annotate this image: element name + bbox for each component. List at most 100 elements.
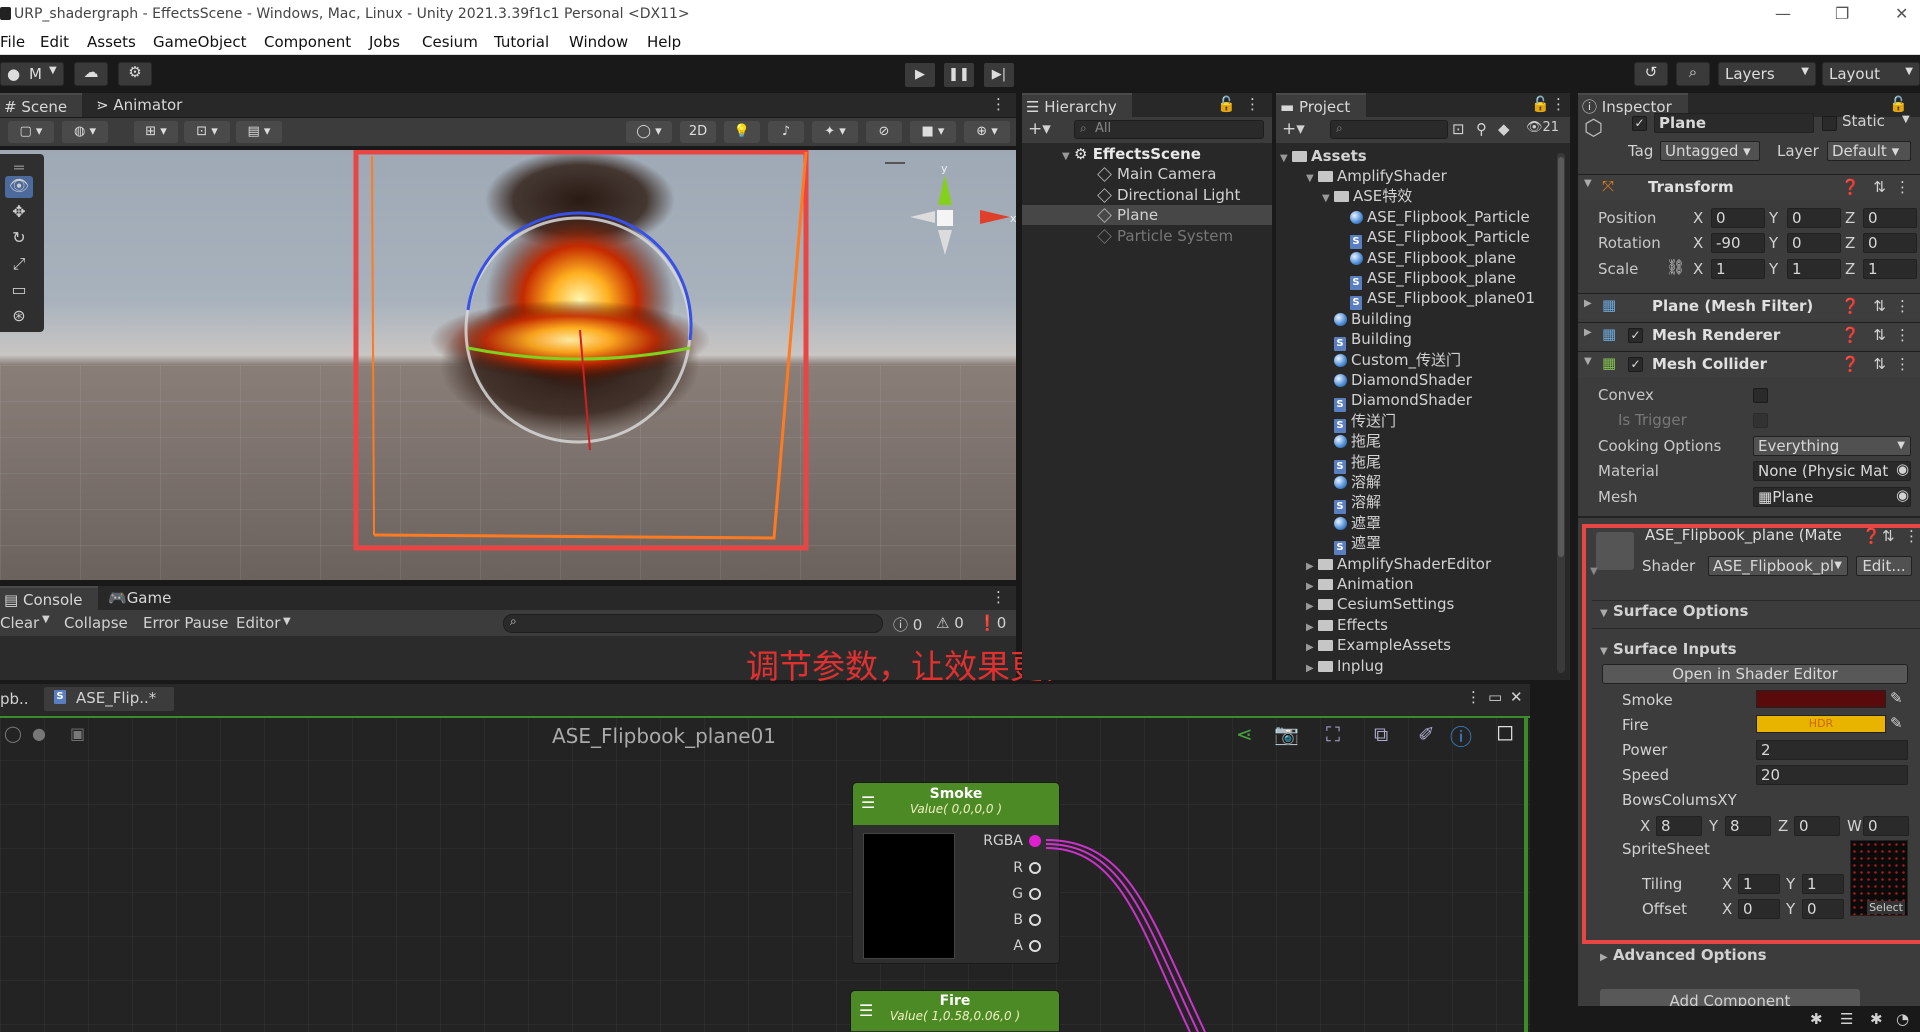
graph-tab-pb[interactable]: pb.. [0,690,29,708]
project-item[interactable]: S DiamondShader [1322,390,1472,413]
preset-icon[interactable]: ⇅ [1873,355,1886,373]
help-icon[interactable]: ❓ [1862,527,1881,545]
lock-icon[interactable]: 🔓 [1889,95,1908,113]
mesh-collider-header[interactable]: ▼ ▦ ✓ Mesh Collider ❓ ⇅ ⋮ [1578,351,1920,377]
mesh-field[interactable]: ▦Plane [1753,487,1911,507]
position-z-field[interactable]: 0 [1863,208,1917,228]
foldout-open-icon[interactable]: ▼ [1322,189,1334,209]
project-root-assets[interactable]: ▼ Assets [1280,146,1367,166]
tag-dropdown[interactable]: Untagged ▾ [1660,141,1760,161]
port-a[interactable] [1029,940,1041,952]
frame-icon[interactable]: ⧉ [1374,722,1388,746]
rect-tool-button[interactable]: ▭ [5,280,33,302]
project-item[interactable]: S ASE_Flipbook_Particle [1338,227,1530,250]
smoke-node-header[interactable]: ☰ Smoke Value( 0,0,0,0 ) [853,783,1059,825]
hierarchy-search-input[interactable]: ⌕ All [1074,120,1264,139]
close-icon[interactable]: ✕ [1895,4,1908,23]
minimize-icon[interactable]: — [1775,4,1791,23]
audio-toggle[interactable]: ♪ [768,121,804,143]
tab-game[interactable]: 🎮Game [104,586,184,610]
rotation-x-field[interactable]: -90 [1711,233,1765,253]
label-icon[interactable]: ◆ [1498,120,1510,138]
search-by-type-icon[interactable]: ⊡ [1452,120,1465,138]
project-item[interactable]: ASE_Flipbook_plane [1338,248,1516,268]
project-item[interactable]: S 遮罩 [1322,533,1381,556]
layer-dropdown[interactable]: Default ▾ [1827,141,1911,161]
bows-x-axis-label[interactable]: X [1640,817,1650,835]
tab-hierarchy[interactable]: ☰ Hierarchy [1022,93,1132,117]
layers-dropdown[interactable]: Layers ▼ [1718,62,1816,86]
graph-toolbar-icon[interactable]: ◯ [4,724,22,743]
tiling-y-field[interactable]: 1 [1802,874,1844,894]
transform-tool-button[interactable]: ⊛ [5,306,33,328]
info-count[interactable]: ⓘ 0 [893,614,922,635]
more-icon[interactable]: ⋮ [1895,297,1910,315]
tiling-x-axis-label[interactable]: X [1722,875,1732,893]
more-icon[interactable]: ⋮ [1895,178,1910,196]
bug-icon[interactable]: ✱ [1870,1010,1883,1028]
fire-node-header[interactable]: ☰ Fire Value( 1,0.58,0.06,0 ) [851,991,1059,1031]
port-r[interactable] [1029,862,1041,874]
smoke-color-swatch[interactable] [1756,690,1886,708]
record-icon[interactable]: ● [32,724,46,743]
add-icon[interactable]: +▾ [1282,119,1305,139]
project-item[interactable]: 遮罩 [1322,513,1381,533]
mesh-renderer-enabled-checkbox[interactable]: ✓ [1628,328,1643,343]
tab-animator[interactable]: ⋗ Animator [92,93,192,117]
bows-y-field[interactable]: 8 [1725,816,1771,836]
fire-color-swatch[interactable]: HDR [1756,715,1886,733]
graph-tab-ase-flip[interactable]: S ASE_Flip..* [44,687,174,711]
project-item[interactable]: ▶ CesiumSettings [1306,594,1454,614]
project-item[interactable]: ▶ Inplug [1306,656,1384,676]
select-texture-button[interactable]: Select [1867,901,1905,914]
transform-header[interactable]: ▼ ⤧ Transform ❓ ⇅ ⋮ [1578,174,1920,200]
chevron-down-icon[interactable]: ▼ [42,614,50,625]
speed-field[interactable]: 20 [1756,765,1908,785]
axis-center-cube[interactable] [937,210,953,226]
collider-material-field[interactable]: None (Physic Mat [1753,461,1911,481]
power-field[interactable]: 2 [1756,740,1908,760]
menu-icon[interactable]: ☰ [861,793,875,812]
search-button[interactable]: ⌕ [1676,62,1710,86]
object-picker-icon[interactable]: ◉ [1896,460,1909,478]
smoke-node[interactable]: ☰ Smoke Value( 0,0,0,0 ) RGBA R G B A [852,782,1060,964]
surface-inputs-foldout[interactable]: ▼ Surface Inputs [1600,640,1737,658]
progress-icon[interactable]: ◔ [1896,1010,1909,1028]
offset-x-axis-label[interactable]: X [1722,900,1732,918]
project-item[interactable]: S 拖尾 [1322,452,1381,474]
position-x-axis-label[interactable]: X [1693,209,1703,227]
rotation-x-axis-label[interactable]: X [1693,234,1703,252]
project-item[interactable]: 拖尾 [1322,431,1381,451]
project-item[interactable]: ▼ AmplifyShader [1306,166,1447,186]
error-count[interactable]: ❗0 [978,614,1006,632]
project-item[interactable]: Building [1322,309,1412,329]
tab-console[interactable]: ▤ Console [0,586,98,610]
menu-assets[interactable]: Assets [87,33,136,51]
scale-x-axis-label[interactable]: X [1693,260,1703,278]
offset-y-field[interactable]: 0 [1802,899,1844,919]
view-tool-button[interactable]: 👁 [5,176,33,198]
surface-options-foldout[interactable]: ▼ Surface Options [1600,602,1748,620]
position-y-axis-label[interactable]: Y [1769,209,1778,227]
project-item[interactable]: ▶ Animation [1306,574,1413,594]
close-icon[interactable]: ✕ [1510,688,1523,706]
active-checkbox[interactable]: ✓ [1632,116,1647,131]
hierarchy-item-particle-system[interactable]: Particle System [1097,226,1233,246]
chevron-down-icon[interactable]: ▼ [1902,114,1910,125]
editor-dropdown[interactable]: Editor [236,614,280,632]
project-item[interactable]: DiamondShader [1322,370,1472,390]
rotation-y-field[interactable]: 0 [1787,233,1841,253]
project-item[interactable]: ▼ ASE特效 [1322,186,1412,206]
help-icon[interactable]: ❓ [1841,326,1860,344]
mesh-renderer-header[interactable]: ▶ ▦ ✓ Mesh Renderer ❓ ⇅ ⋮ [1578,322,1920,348]
mesh-collider-enabled-checkbox[interactable]: ✓ [1628,357,1643,372]
clean-icon[interactable]: ✐ [1418,722,1435,746]
edit-shader-button[interactable]: Edit... [1856,556,1912,576]
more-icon[interactable]: ⋮ [1466,688,1481,706]
port-g[interactable] [1029,888,1041,900]
toggle-2d-button[interactable]: 2D [680,121,716,143]
menu-edit[interactable]: Edit [40,33,69,51]
convex-checkbox[interactable] [1753,388,1768,403]
static-checkbox[interactable] [1822,116,1837,131]
eyedropper-icon[interactable]: ✎ [1890,689,1903,707]
